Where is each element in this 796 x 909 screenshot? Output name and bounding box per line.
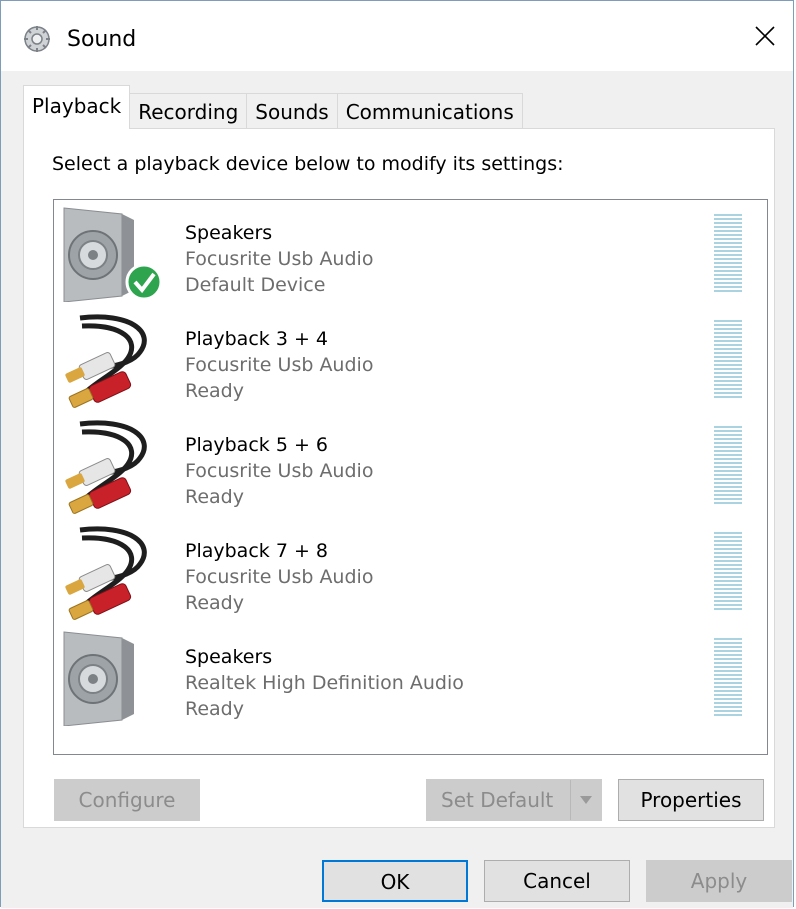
rca-cable-icon (65, 420, 147, 514)
level-meter (714, 320, 742, 400)
sound-dialog: Sound Playback Recording Sounds Communic… (0, 0, 794, 908)
level-meter (714, 426, 742, 506)
set-default-label: Set Default (441, 788, 554, 812)
default-check-badge (125, 263, 160, 301)
device-status: Ready (185, 486, 244, 508)
playback-panel: Select a playback device below to modify… (23, 128, 775, 828)
window-title: Sound (67, 27, 137, 52)
tab-communications[interactable]: Communications (336, 93, 523, 129)
close-button[interactable] (737, 11, 793, 61)
cancel-button[interactable]: Cancel (484, 860, 630, 902)
speaker-icon (63, 207, 160, 302)
device-item-playback-5-6[interactable]: Playback 5 + 6 Focusrite Usb Audio Ready (54, 412, 767, 518)
device-status: Ready (185, 698, 244, 720)
configure-button[interactable]: Configure (54, 779, 200, 821)
device-name: Speakers (185, 222, 273, 244)
device-item-speakers-realtek[interactable]: Speakers Realtek High Definition Audio R… (54, 624, 767, 730)
set-default-button[interactable]: Set Default (426, 779, 602, 821)
chevron-down-icon (580, 796, 592, 804)
device-list[interactable]: Speakers Focusrite Usb Audio Default Dev… (53, 199, 768, 755)
device-description: Focusrite Usb Audio (185, 248, 374, 270)
dialog-body: Playback Recording Sounds Communications… (1, 71, 793, 908)
device-item-speakers-focusrite[interactable]: Speakers Focusrite Usb Audio Default Dev… (54, 200, 767, 306)
level-meter (714, 638, 742, 718)
close-icon (755, 26, 775, 46)
rca-cable-icon (65, 526, 147, 620)
device-item-playback-7-8[interactable]: Playback 7 + 8 Focusrite Usb Audio Ready (54, 518, 767, 624)
device-status: Default Device (185, 274, 326, 296)
properties-button[interactable]: Properties (618, 779, 764, 821)
device-status: Ready (185, 592, 244, 614)
set-default-dropdown[interactable] (570, 780, 601, 820)
speaker-gear-icon (24, 26, 50, 52)
ok-button[interactable]: OK (322, 860, 468, 902)
tab-recording[interactable]: Recording (129, 93, 248, 129)
apply-button[interactable]: Apply (646, 860, 792, 902)
device-name: Playback 3 + 4 (185, 328, 328, 350)
instructions-text: Select a playback device below to modify… (52, 153, 564, 175)
device-status: Ready (185, 380, 244, 402)
device-item-playback-3-4[interactable]: Playback 3 + 4 Focusrite Usb Audio Ready (54, 306, 767, 412)
rca-cable-icon (65, 314, 147, 408)
device-name: Playback 5 + 6 (185, 434, 328, 456)
level-meter (714, 532, 742, 612)
tab-playback[interactable]: Playback (23, 85, 131, 129)
device-name: Playback 7 + 8 (185, 540, 328, 562)
device-description: Focusrite Usb Audio (185, 566, 374, 588)
level-meter (714, 214, 742, 294)
title-bar: Sound (1, 1, 793, 71)
tab-sounds[interactable]: Sounds (246, 93, 338, 129)
device-description: Realtek High Definition Audio (185, 672, 464, 694)
speaker-icon (63, 631, 134, 726)
device-description: Focusrite Usb Audio (185, 354, 374, 376)
device-name: Speakers (185, 646, 273, 668)
tab-strip: Playback Recording Sounds Communications (23, 85, 523, 129)
device-description: Focusrite Usb Audio (185, 460, 374, 482)
